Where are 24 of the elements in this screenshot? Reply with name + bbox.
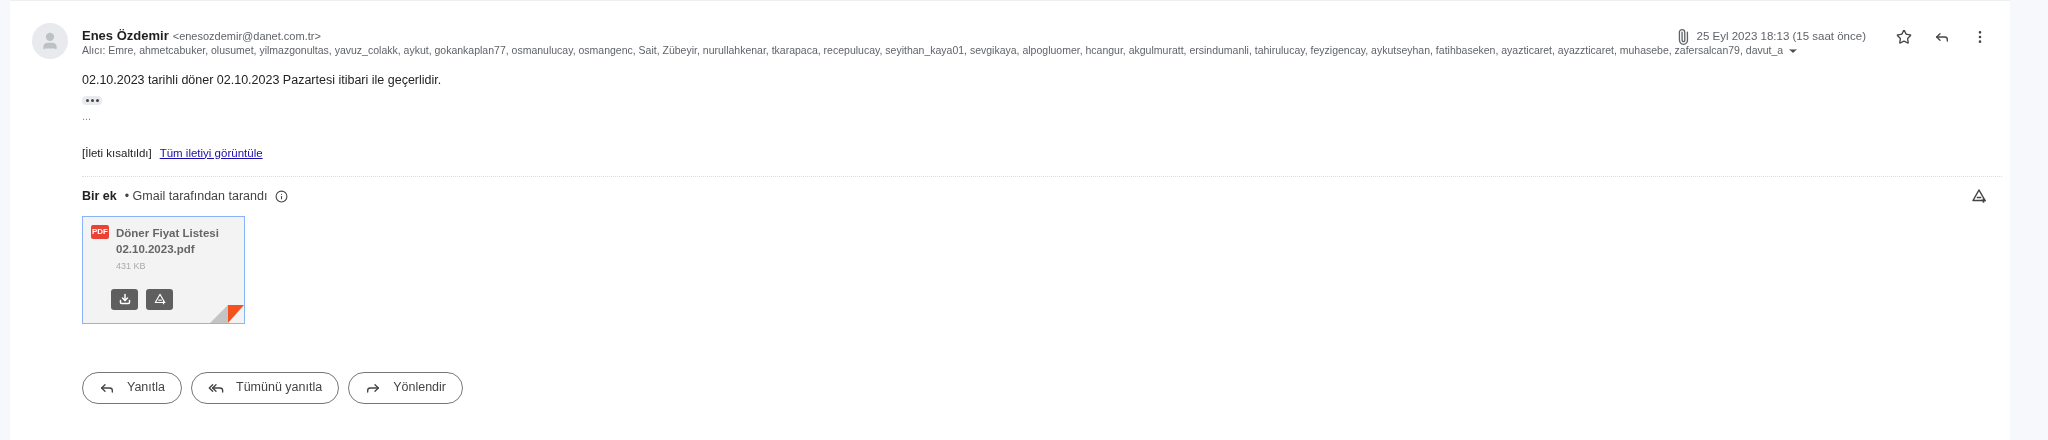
sender-name: Enes Özdemir [82,27,169,45]
recipients: Alıcı: Emre, ahmetcabuker, olusumet, yilmazgonultas, yavuz_colakk, aykut, gokankaplan77, osmanulucay, osmangenc, Sait, Zübeyir, nurullahkenar, tkarapaca, recepulucay, seyithan_kaya01, sevgikaya, alpogluomer, hcangur, akgulmuratt, ersindumanli, tahirulucay, feyzigencay, aykutseyhan, fatihbaseken, ayazticaret, ayazzticaret, muhasebe, zafersalcan79, davut_a [82,43,1784,58]
pdf-badge: PDF [91,224,109,239]
info-icon[interactable] [275,189,289,203]
show-trimmed-button[interactable] [82,95,102,105]
download-button[interactable] [111,288,138,310]
attachment-name: Döner Fiyat Listesi 02.10.2023.pdf [116,225,220,257]
attachment-card[interactable]: PDF Döner Fiyat Listesi 02.10.2023.pdf 431 KB [82,215,245,324]
person-icon [40,31,60,51]
scan-note: • Gmail tarafından tarandı [124,187,268,205]
attachment-size: 431 KB [116,259,147,273]
add-to-drive-icon[interactable] [1970,187,1988,206]
download-icon [118,293,131,305]
attachments-title: Bir ek [82,187,117,205]
sender-email: <enesozdemir@danet.com.tr> [172,29,321,44]
message-date: 25 Eyl 2023 18:13 (15 saat önce) [1696,29,1866,45]
message-body: 02.10.2023 tarihli döner 02.10.2023 Pazartesi itibari ile geçerlidir. [82,71,443,89]
star-icon [1896,29,1912,45]
add-to-drive-button[interactable] [146,288,173,310]
clipped-note: [İleti kısaltıldı] [82,145,152,161]
view-entire-message-link[interactable]: Tüm iletiyi görüntüle [159,144,263,162]
page-fold-icon [210,304,244,323]
drive-add-icon[interactable] [152,292,167,306]
ellipsis-text: ... [82,108,92,123]
